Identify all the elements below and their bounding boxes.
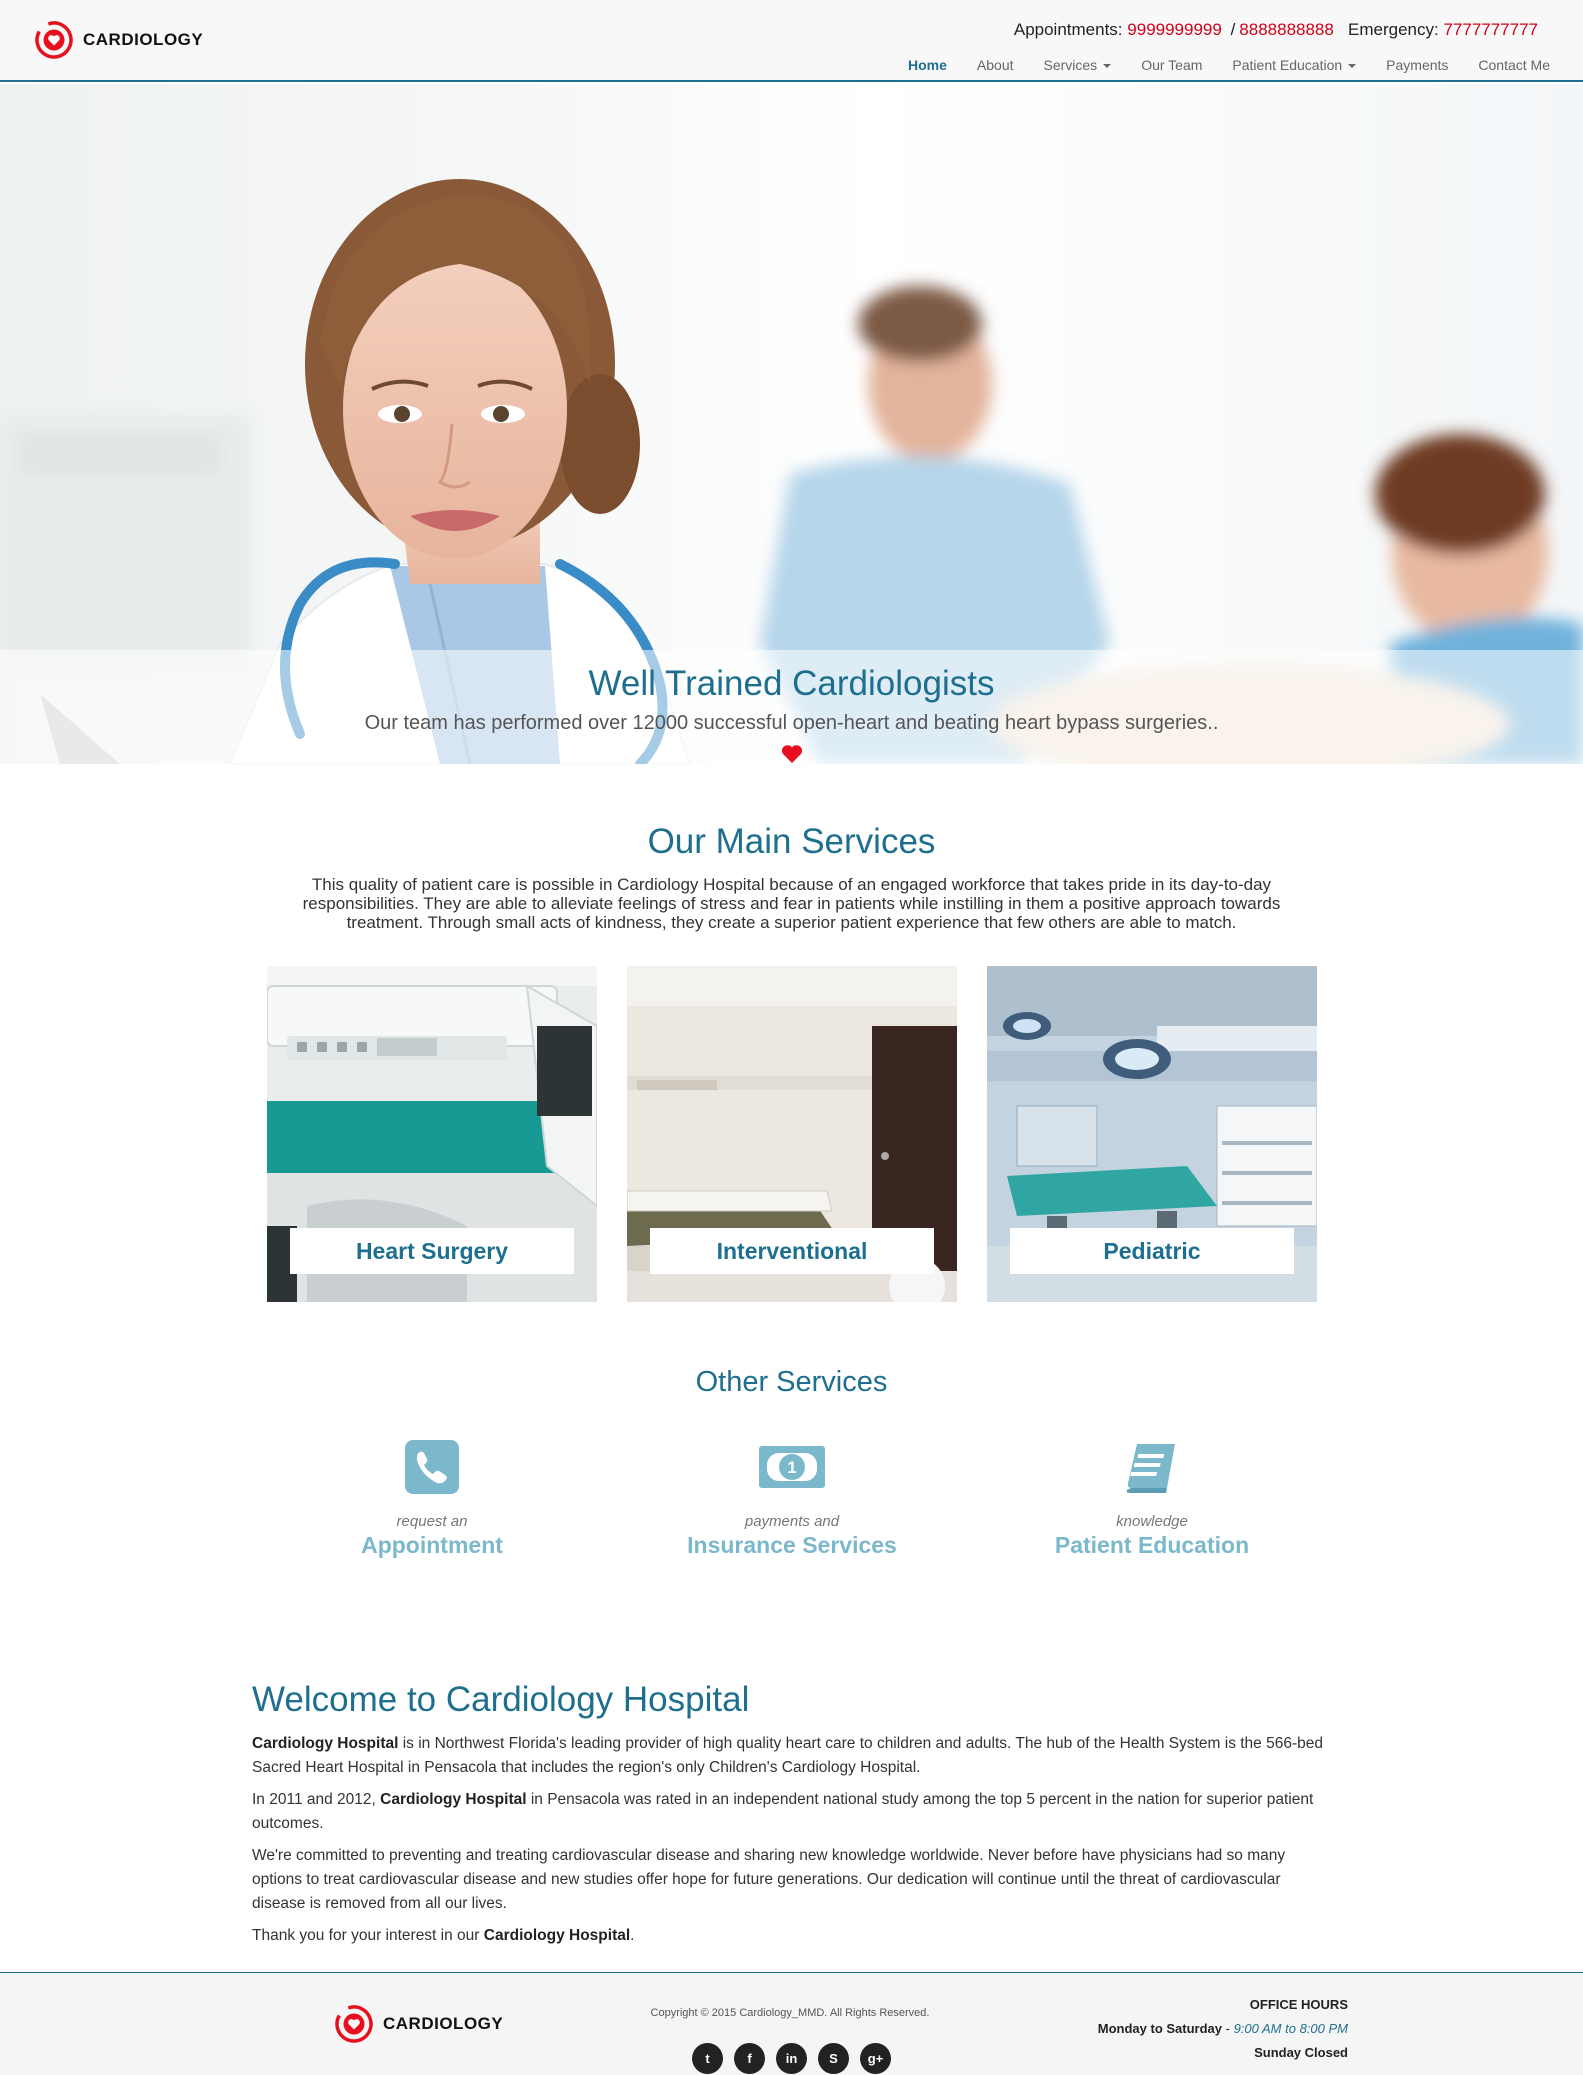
welcome-title: Welcome to Cardiology Hospital <box>252 1680 750 1719</box>
other-service-patient-education[interactable]: knowledge Patient Education <box>987 1438 1317 1559</box>
footer-logo[interactable]: CARDIOLOGY <box>334 2004 503 2044</box>
nav-patient-education-label: Patient Education <box>1232 57 1343 73</box>
hospital-name-bold: Cardiology Hospital <box>252 1735 399 1752</box>
site-header: CARDIOLOGY Appointments: 9999999999 /888… <box>0 0 1583 82</box>
other-service-appointment[interactable]: request an Appointment <box>267 1438 597 1559</box>
other-service-insurance[interactable]: 1 payments and Insurance Services <box>627 1438 957 1559</box>
welcome-section: Welcome to Cardiology Hospital Cardiolog… <box>252 1680 1332 1948</box>
appointments-phone-2[interactable]: 8888888888 <box>1239 20 1334 39</box>
book-icon <box>1126 1444 1175 1493</box>
nav-home[interactable]: Home <box>893 57 962 73</box>
patient-education-link[interactable]: Patient Education <box>987 1532 1317 1559</box>
office-hours-closed: Sunday Closed <box>1254 2045 1348 2060</box>
welcome-paragraph-1: Cardiology Hospital is in Northwest Flor… <box>252 1732 1332 1780</box>
office-hours-dash: - <box>1222 2021 1234 2036</box>
other-services-title: Other Services <box>695 1366 888 1398</box>
patient-education-caption: knowledge <box>1116 1513 1188 1530</box>
welcome-paragraph-2: In 2011 and 2012, Cardiology Hospital in… <box>252 1788 1332 1836</box>
heart-logo-icon <box>335 2005 373 2043</box>
nav-services-label: Services <box>1043 57 1098 73</box>
hero-title: Well Trained Cardiologists <box>588 664 995 703</box>
office-hours-days: Monday to Saturday <box>1097 2021 1223 2036</box>
contact-bar: Appointments: 9999999999 /8888888888 Eme… <box>1014 20 1538 40</box>
office-hours-time: 9:00 AM to 8:00 PM <box>1233 2021 1348 2036</box>
appointment-link[interactable]: Appointment <box>267 1532 597 1559</box>
main-services-title: Our Main Services <box>647 822 936 861</box>
twitter-icon[interactable]: t <box>692 2043 723 2074</box>
service-card-interventional[interactable]: Interventional <box>627 966 957 1302</box>
service-card-pediatric[interactable]: Pediatric <box>987 966 1317 1302</box>
caret-down-icon <box>1348 64 1357 69</box>
social-links: t f in S g+ <box>692 2043 902 2074</box>
main-services-description: This quality of patient care is possible… <box>302 875 1281 932</box>
welcome-paragraph-3: We're committed to preventing and treati… <box>252 1847 1286 1912</box>
office-hours-title: OFFICE HOURS <box>1249 1997 1348 2012</box>
welcome-p1-text: is in Northwest Florida's leading provid… <box>252 1735 1323 1776</box>
caret-down-icon <box>1103 64 1112 69</box>
phone-separator: / <box>1230 20 1236 39</box>
appointments-label: Appointments: <box>1013 20 1123 39</box>
heart-surgery-label: Heart Surgery <box>290 1228 574 1274</box>
nav-home-label: Home <box>908 57 947 73</box>
insurance-link[interactable]: Insurance Services <box>627 1532 957 1559</box>
pediatric-label: Pediatric <box>1010 1228 1294 1274</box>
brand-logo[interactable]: CARDIOLOGY <box>34 20 203 60</box>
heart-icon <box>781 745 803 763</box>
hospital-name-bold: Cardiology Hospital <box>483 1927 631 1944</box>
welcome-paragraph-4: Thank you for your interest in our Cardi… <box>252 1924 1332 1948</box>
nav-about-label: About <box>976 57 1014 73</box>
phone-icon <box>405 1440 459 1494</box>
office-hours: OFFICE HOURS Monday to Saturday - 9:00 A… <box>1098 1993 1348 2065</box>
welcome-p2-pre: In 2011 and 2012, <box>252 1791 381 1808</box>
svg-text:1: 1 <box>787 1458 796 1477</box>
hospital-name-bold: Cardiology Hospital <box>380 1791 527 1808</box>
facebook-icon[interactable]: f <box>734 2043 765 2074</box>
interventional-label: Interventional <box>650 1228 934 1274</box>
nav-our-team[interactable]: Our Team <box>1126 57 1217 73</box>
nav-contact[interactable]: Contact Me <box>1463 57 1565 73</box>
nav-our-team-label: Our Team <box>1141 57 1203 73</box>
service-card-heart-surgery[interactable]: Heart Surgery <box>267 966 597 1302</box>
main-nav: Home About Services Our Team Patient Edu… <box>893 57 1565 73</box>
brand-name: CARDIOLOGY <box>83 30 204 49</box>
nav-contact-label: Contact Me <box>1478 57 1550 73</box>
nav-payments-label: Payments <box>1386 57 1449 73</box>
skype-icon[interactable]: S <box>818 2043 849 2074</box>
nav-payments[interactable]: Payments <box>1371 57 1463 73</box>
hero-banner: Well Trained Cardiologists Our team has … <box>0 84 1583 764</box>
heart-logo-icon <box>35 21 73 59</box>
money-icon: 1 <box>759 1446 825 1488</box>
linkedin-icon[interactable]: in <box>776 2043 807 2074</box>
welcome-p4-post: . <box>630 1927 635 1944</box>
insurance-caption: payments and <box>744 1513 840 1530</box>
appointments-phone-1[interactable]: 9999999999 <box>1127 20 1222 39</box>
emergency-label: Emergency: <box>1348 20 1439 39</box>
welcome-p4-pre: Thank you for your interest in our <box>252 1927 484 1944</box>
footer-brand-name: CARDIOLOGY <box>383 2014 504 2033</box>
nav-about[interactable]: About <box>962 57 1029 73</box>
hero-subtitle: Our team has performed over 12000 succes… <box>364 712 1219 734</box>
appointment-caption: request an <box>396 1513 468 1530</box>
copyright-text: Copyright © 2015 Cardiology_MMD. All Rig… <box>650 2007 930 2019</box>
site-footer: CARDIOLOGY Copyright © 2015 Cardiology_M… <box>0 1972 1583 2075</box>
google-plus-icon[interactable]: g+ <box>860 2043 891 2074</box>
emergency-phone[interactable]: 7777777777 <box>1443 20 1538 39</box>
nav-patient-education[interactable]: Patient Education <box>1217 57 1371 73</box>
nav-services[interactable]: Services <box>1029 57 1127 73</box>
